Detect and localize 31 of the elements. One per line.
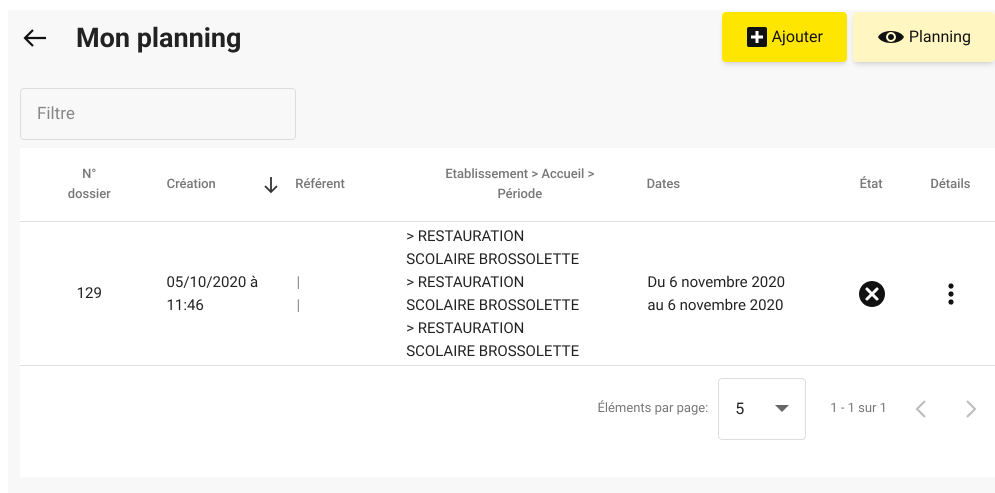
- sort-arrow-icon: [263, 176, 280, 194]
- column-header[interactable]: Etablissement > Accueil > Période: [432, 165, 608, 204]
- page-range: 1 - 1 sur 1: [830, 400, 887, 418]
- table-cell-text: |: [296, 294, 302, 316]
- column-header[interactable]: État: [860, 174, 883, 194]
- table-cell-text: > RESTAURATION: [406, 272, 526, 292]
- plus-square-icon: [746, 26, 768, 48]
- table-cell-text: > RESTAURATION: [406, 226, 526, 246]
- dropdown-caret-icon: [775, 405, 790, 413]
- column-header[interactable]: Référent: [295, 174, 345, 194]
- view-button[interactable]: Planning: [852, 12, 995, 62]
- page-size-select[interactable]: 5: [718, 378, 806, 440]
- back-arrow-icon[interactable]: [22, 28, 48, 48]
- column-header[interactable]: Dates: [646, 174, 828, 194]
- page-size-label: Éléments par page:: [597, 399, 708, 418]
- table-cell-text: SCOLAIRE BROSSOLETTE: [406, 248, 580, 270]
- column-header[interactable]: Création: [166, 174, 280, 194]
- table-cell-text: SCOLAIRE BROSSOLETTE: [406, 340, 580, 362]
- table-cell-text: 05/10/2020 à 11:46: [166, 272, 260, 316]
- column-header[interactable]: N° dossier: [59, 165, 120, 204]
- column-header[interactable]: Détails: [930, 174, 970, 194]
- table-cell-text: au 6 novembre 2020: [647, 294, 784, 316]
- page-title: Mon planning: [76, 20, 242, 56]
- table-cell-text: |: [296, 272, 302, 292]
- table-cell-text: > RESTAURATION: [406, 318, 526, 338]
- table-cell-text: SCOLAIRE BROSSOLETTE: [406, 294, 580, 316]
- table-cell-text: Du 6 novembre 2020: [647, 272, 786, 292]
- filter-field[interactable]: Filtre: [20, 88, 296, 140]
- table-cell: 129: [76, 284, 102, 302]
- more-options-icon[interactable]: [946, 282, 955, 306]
- add-button[interactable]: Ajouter: [722, 12, 847, 62]
